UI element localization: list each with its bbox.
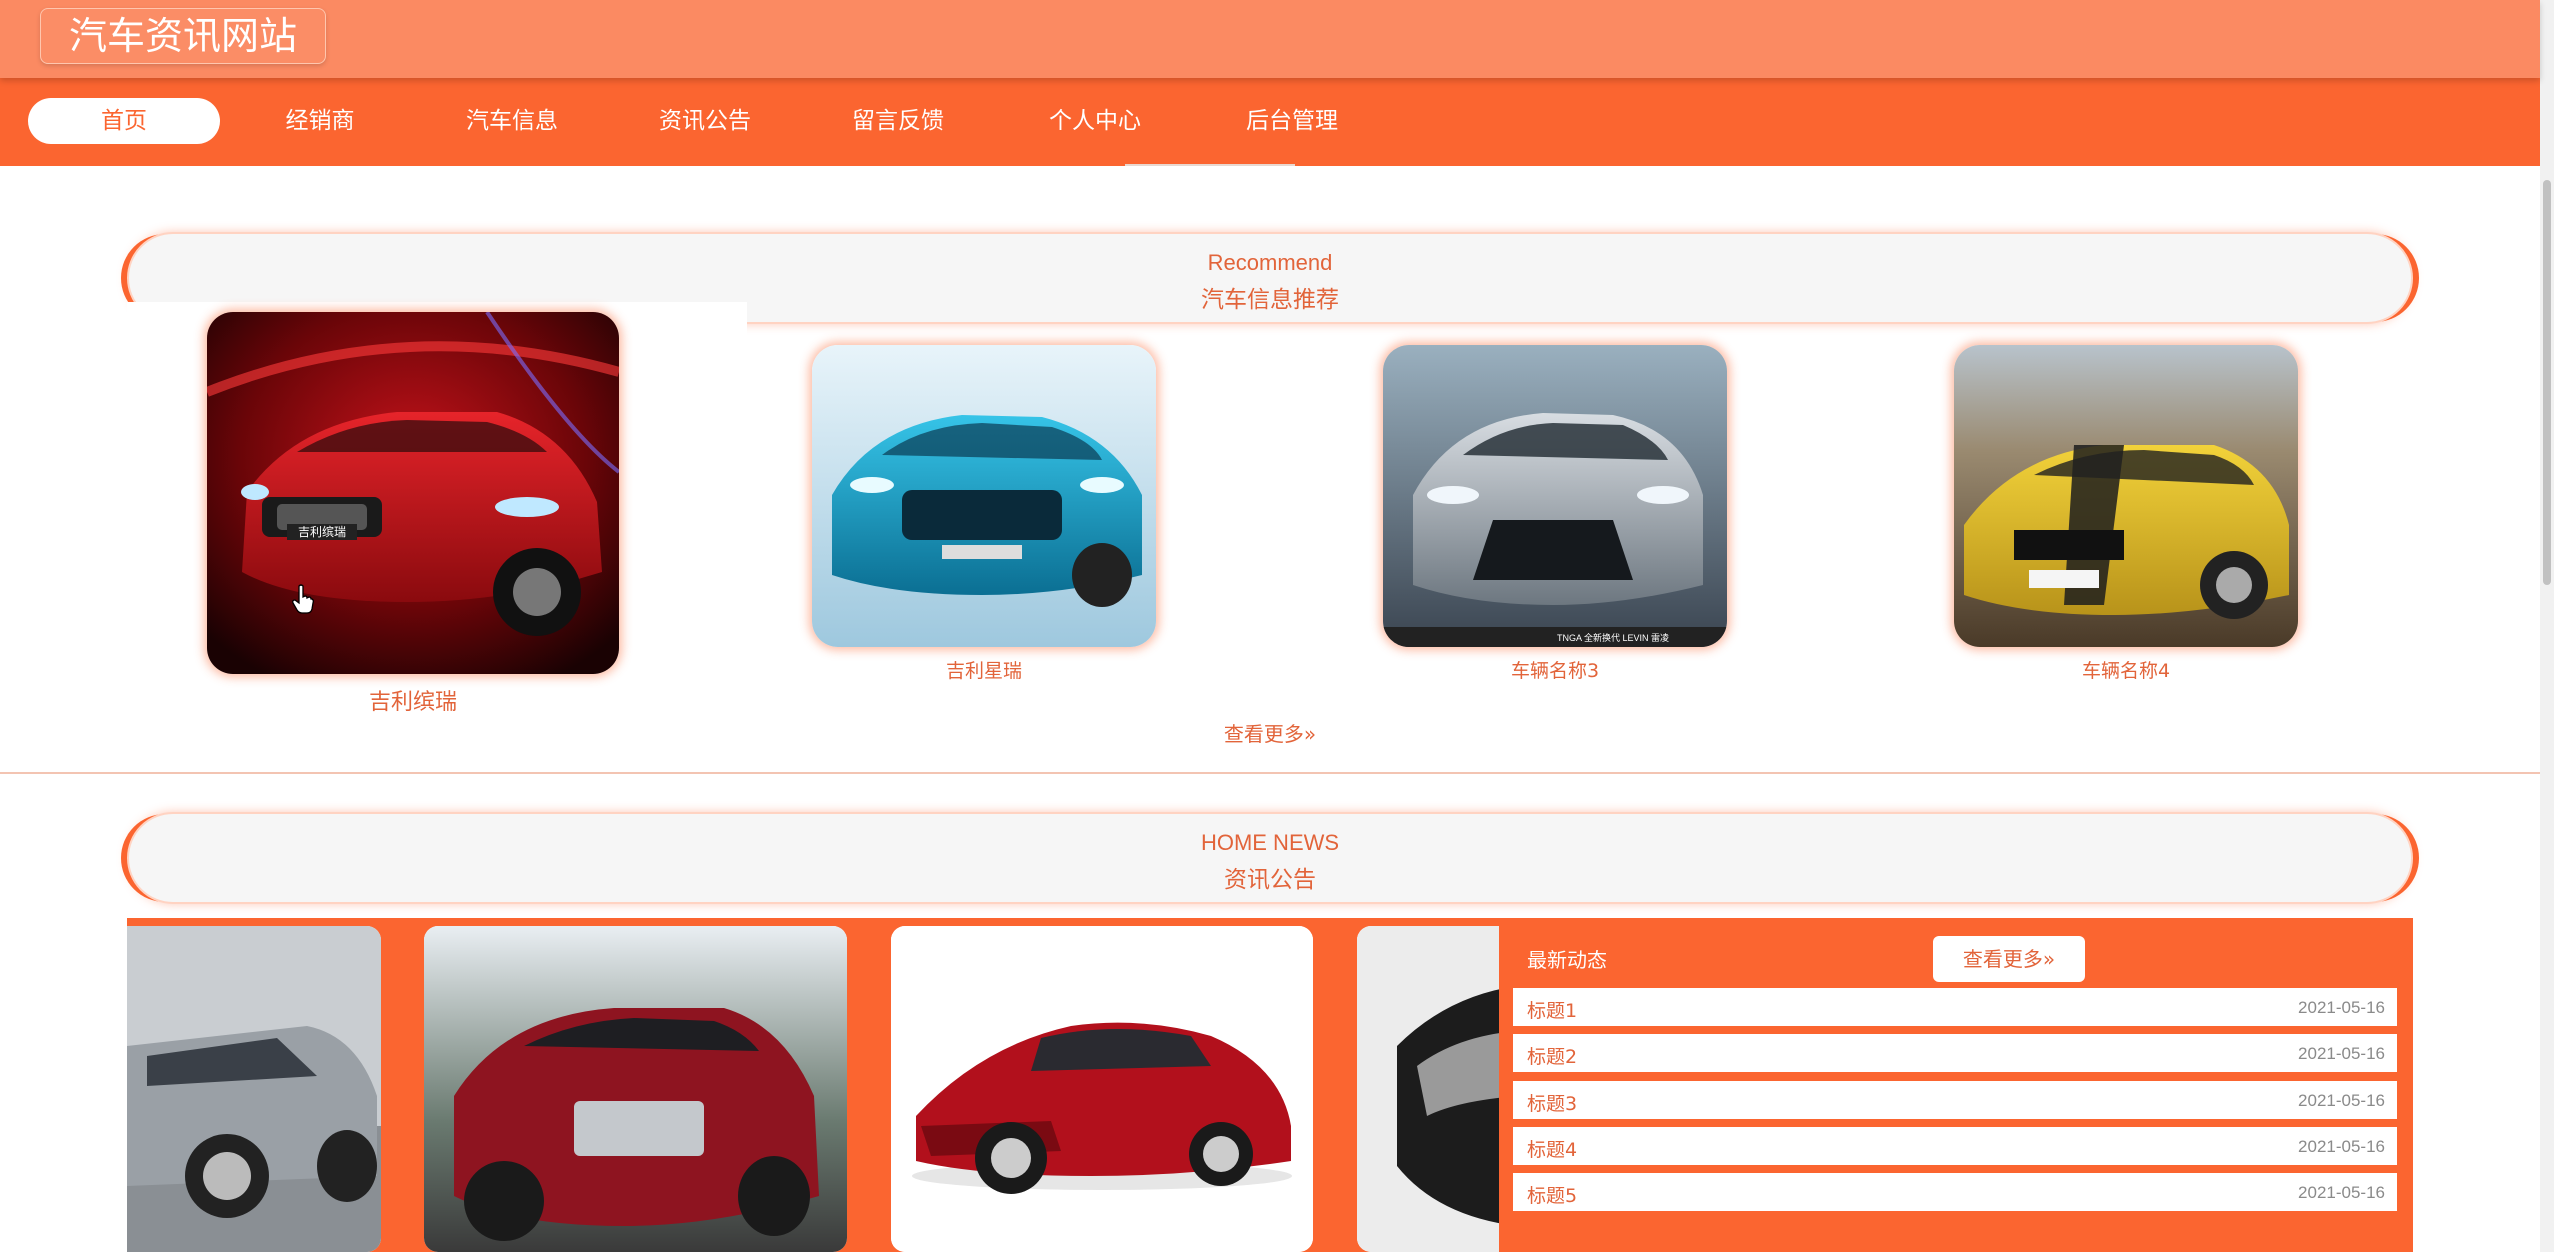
latest-news-panel: 最新动态 查看更多» 标题1 2021-05-16 标题2 2021-05-16…	[1499, 918, 2413, 1252]
news-item-date: 2021-05-16	[2298, 1183, 2385, 1202]
car-card-name-4[interactable]: 车辆名称4	[1954, 656, 2298, 683]
news-item-date: 2021-05-16	[2298, 1137, 2385, 1156]
news-title-en: HOME NEWS	[1200, 830, 1340, 855]
news-list-item[interactable]: 标题4 2021-05-16	[1513, 1127, 2397, 1165]
news-item-title[interactable]: 标题2	[1527, 1042, 1577, 1069]
news-list-item[interactable]: 标题3 2021-05-16	[1513, 1081, 2397, 1119]
car-card-image-2[interactable]	[812, 345, 1156, 647]
nav-underline	[1125, 164, 1295, 166]
car-card-image-4[interactable]	[1954, 345, 2298, 647]
news-item-title[interactable]: 标题4	[1527, 1135, 1577, 1162]
news-carousel-image-4[interactable]	[1357, 926, 1517, 1252]
car-card-image-3[interactable]: TNGA 全新换代 LEVIN 雷凌	[1383, 345, 1727, 647]
car-card-name-3[interactable]: 车辆名称3	[1383, 656, 1727, 683]
recommend-title-en: Recommend	[1207, 250, 1333, 275]
latest-news-title: 最新动态	[1527, 948, 1607, 972]
news-section-header: HOME NEWS 资讯公告	[127, 812, 2413, 904]
hand-cursor-icon	[292, 584, 314, 614]
news-item-date: 2021-05-16	[2298, 1091, 2385, 1110]
news-item-title[interactable]: 标题1	[1527, 996, 1577, 1023]
site-title[interactable]: 汽车资讯网站	[40, 8, 327, 64]
car-card-name-1[interactable]: 吉利缤瑞	[207, 684, 619, 716]
nav-item-home[interactable]: 首页	[28, 98, 220, 144]
main-nav: 首页 经销商 汽车信息 资讯公告 留言反馈 个人中心 后台管理	[0, 78, 2540, 166]
news-area: 最新动态 查看更多» 标题1 2021-05-16 标题2 2021-05-16…	[127, 918, 2413, 1252]
recommend-more-link[interactable]: 查看更多»	[1170, 718, 1370, 747]
news-list-item[interactable]: 标题5 2021-05-16	[1513, 1173, 2397, 1211]
news-title-cn: 资讯公告	[1224, 867, 1316, 893]
car-card-name-2[interactable]: 吉利星瑞	[812, 656, 1156, 683]
news-carousel-image-2[interactable]	[424, 926, 847, 1252]
top-header: 汽车资讯网站	[0, 0, 2540, 78]
section-divider	[0, 772, 2540, 774]
nav-item-car-info[interactable]: 汽车信息	[432, 98, 592, 144]
svg-text:TNGA 全新换代 LEVIN 雷凌: TNGA 全新换代 LEVIN 雷凌	[1557, 632, 1669, 643]
news-item-date: 2021-05-16	[2298, 998, 2385, 1017]
news-item-title[interactable]: 标题5	[1527, 1181, 1577, 1208]
news-carousel-image-3[interactable]	[891, 926, 1313, 1252]
nav-item-user-center[interactable]: 个人中心	[1015, 98, 1175, 144]
nav-item-dealers[interactable]: 经销商	[240, 98, 400, 144]
news-more-button[interactable]: 查看更多»	[1933, 936, 2085, 982]
page-scrollbar-thumb[interactable]	[2543, 180, 2551, 585]
nav-item-admin[interactable]: 后台管理	[1212, 98, 1372, 144]
news-item-title[interactable]: 标题3	[1527, 1089, 1577, 1116]
page: 汽车资讯网站 首页 经销商 汽车信息 资讯公告 留言反馈 个人中心 后台管理 R…	[0, 0, 2554, 1252]
news-item-date: 2021-05-16	[2298, 1044, 2385, 1063]
news-list-item[interactable]: 标题2 2021-05-16	[1513, 1034, 2397, 1072]
nav-item-news[interactable]: 资讯公告	[625, 98, 785, 144]
car-card-image-1[interactable]: 吉利缤瑞	[207, 312, 619, 674]
news-carousel-image-1[interactable]	[127, 926, 381, 1252]
news-list-item[interactable]: 标题1 2021-05-16	[1513, 988, 2397, 1026]
nav-item-feedback[interactable]: 留言反馈	[818, 98, 978, 144]
svg-text:吉利缤瑞: 吉利缤瑞	[298, 524, 346, 539]
